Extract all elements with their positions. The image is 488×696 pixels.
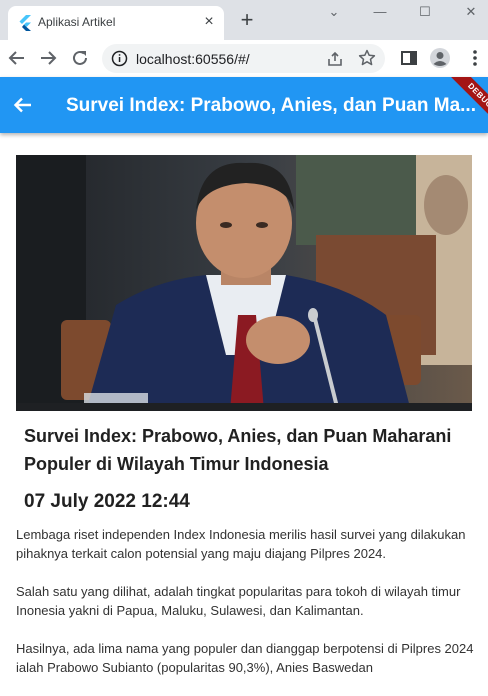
article-date: 07 July 2022 12:44 — [24, 491, 190, 512]
forward-icon[interactable] — [37, 47, 59, 69]
flutter-icon — [19, 15, 31, 31]
article-paragraph: Lembaga riset independen Index Indonesia… — [16, 527, 466, 561]
article-title: Survei Index: Prabowo, Anies, dan Puan M… — [24, 426, 452, 474]
bookmark-star-icon[interactable] — [358, 49, 376, 67]
profile-avatar-icon[interactable] — [429, 47, 451, 69]
article-paragraph: Salah satu yang dilihat, adalah tingkat … — [16, 584, 461, 618]
tab-search-icon[interactable]: ⌄ — [324, 4, 344, 20]
tab-close-icon[interactable]: × — [201, 12, 217, 32]
article-image — [16, 155, 472, 411]
article-body: Lembaga riset independen Index Indonesia… — [16, 525, 476, 696]
maximize-button[interactable]: ☐ — [415, 4, 435, 20]
tab-title: Aplikasi Artikel — [38, 15, 116, 29]
minimize-button[interactable]: — — [370, 4, 390, 20]
article-photo — [16, 155, 472, 411]
app-bar-title: Survei Index: Prabowo, Anies, dan Puan M… — [66, 95, 476, 116]
share-icon[interactable] — [326, 50, 344, 68]
back-icon[interactable] — [6, 47, 28, 69]
more-menu-icon[interactable] — [464, 47, 486, 69]
back-arrow-icon[interactable] — [12, 94, 34, 116]
close-window-button[interactable]: ✕ — [461, 4, 481, 20]
app-bar: Survei Index: Prabowo, Anies, dan Puan M… — [0, 77, 488, 133]
browser-toolbar: localhost:60556/#/ — [0, 40, 488, 77]
address-bar[interactable]: localhost:60556/#/ — [102, 44, 385, 73]
site-info-icon[interactable] — [111, 50, 128, 67]
browser-tab-strip: Aplikasi Artikel × + ⌄ — ☐ ✕ — [0, 0, 488, 40]
reload-icon[interactable] — [69, 47, 91, 69]
new-tab-button[interactable]: + — [236, 9, 258, 32]
article-paragraph: Hasilnya, ada lima nama yang populer dan… — [16, 641, 474, 675]
url-text[interactable]: localhost:60556/#/ — [136, 51, 250, 67]
browser-tab[interactable]: Aplikasi Artikel × — [8, 6, 224, 40]
side-panel-icon[interactable] — [398, 47, 420, 69]
